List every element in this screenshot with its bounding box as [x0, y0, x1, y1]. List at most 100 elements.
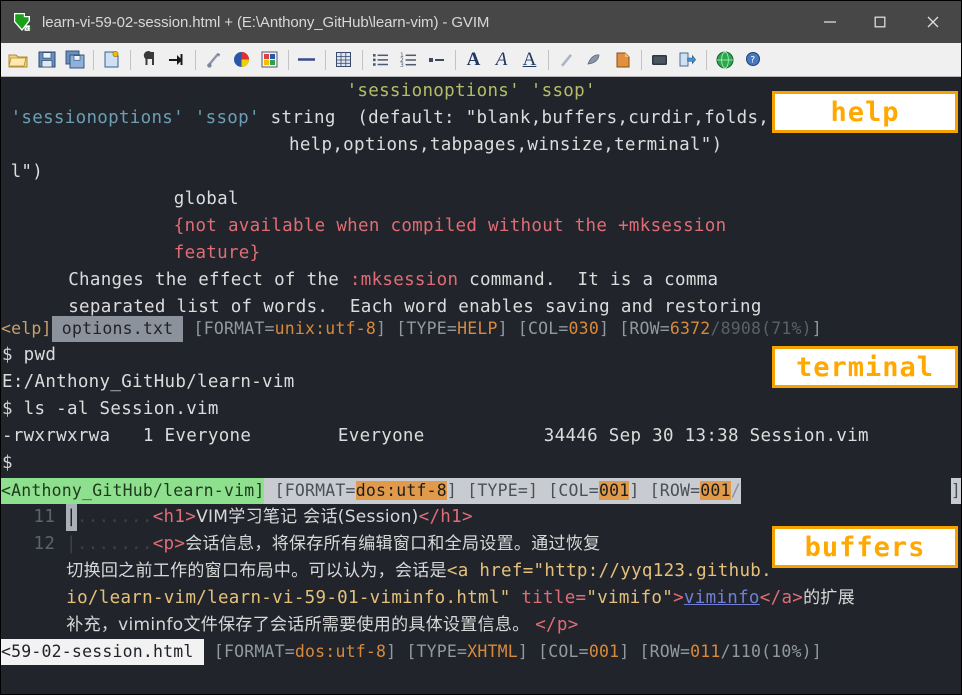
- svg-text:3: 3: [400, 62, 404, 69]
- toolbar-separator: [362, 49, 363, 70]
- help-statusline: <elp] options.txt [FORMAT=unix:utf-8] [T…: [1, 316, 961, 342]
- maximize-button[interactable]: [855, 1, 905, 43]
- italic-icon[interactable]: A: [489, 48, 514, 72]
- toolbar-separator: [548, 49, 549, 70]
- line-number: 12: [1, 534, 67, 554]
- code-span: |: [66, 534, 77, 554]
- next-error-icon[interactable]: [675, 48, 700, 72]
- code-span: [FORMAT=: [264, 481, 356, 500]
- find-icon[interactable]: [294, 48, 319, 72]
- replace-icon[interactable]: [331, 48, 356, 72]
- code-span: [FORMAT=: [203, 642, 295, 661]
- code-span: ] [TYPE=: [446, 481, 528, 500]
- statusline-info: [FORMAT=unix:utf-8] [TYPE=HELP] [COL=030…: [183, 316, 822, 342]
- indent-icon[interactable]: [424, 48, 449, 72]
- code-span: HELP: [457, 319, 498, 338]
- svg-text:?: ?: [750, 55, 755, 65]
- code-span: $: [2, 453, 13, 473]
- code-span: ] [TYPE=: [386, 642, 468, 661]
- help-line: global: [1, 186, 961, 213]
- code-span: XHTML: [467, 642, 518, 661]
- statusline-info: [FORMAT=dos:utf-8] [TYPE=XHTML] [COL=001…: [203, 639, 822, 665]
- annotation-terminal: terminal: [772, 346, 958, 388]
- code-span: 会话信息，将保存所有编辑窗口和全局设置。通过恢复: [185, 534, 601, 554]
- annotation-help: help: [772, 91, 958, 133]
- toolbar-separator: [455, 49, 456, 70]
- code-span: title=: [521, 588, 587, 608]
- list-icon[interactable]: [368, 48, 393, 72]
- code-span: 030: [568, 319, 599, 338]
- toolbar-separator: [130, 49, 131, 70]
- code-span: dos:utf-8: [355, 481, 447, 500]
- code-span: /: [730, 481, 741, 500]
- code-span: feature}: [173, 243, 261, 263]
- save-file-icon[interactable]: [34, 48, 59, 72]
- code-span: -rwxrwxrwa 1 Everyone Everyone 34446 Sep…: [2, 426, 869, 446]
- window-controls: [805, 1, 961, 43]
- vim-logo-icon: vim: [12, 12, 35, 32]
- title-bar-left: vim learn-vi-59-02-session.html + (E:\An…: [1, 12, 805, 32]
- code-span: "vimifo": [586, 588, 674, 608]
- code-span: >: [673, 588, 684, 608]
- code-span: 'sessionoptions': [346, 81, 520, 101]
- copy-icon[interactable]: [229, 48, 254, 72]
- paste-icon[interactable]: [257, 48, 282, 72]
- text-cursor: |: [66, 504, 77, 531]
- numbered-list-icon[interactable]: 1 2 3: [396, 48, 421, 72]
- code-span: ] [ROW=: [629, 481, 701, 500]
- find-help-icon[interactable]: ?: [740, 48, 765, 72]
- code-span: ] [TYPE=: [375, 319, 458, 338]
- underline-icon[interactable]: A: [517, 48, 542, 72]
- close-button[interactable]: [905, 1, 961, 43]
- code-span: 切换回之前工作的窗口布局中。可以认为，会话是: [66, 561, 447, 581]
- code-span: ]: [811, 319, 822, 338]
- run-script-icon[interactable]: [554, 48, 579, 72]
- toolbar-separator: [195, 49, 196, 70]
- bold-icon[interactable]: A: [461, 48, 486, 72]
- undo-icon[interactable]: [136, 48, 161, 72]
- statusline-gap: [740, 478, 951, 504]
- code-span: io/learn-vim/learn-vi-59-01-viminfo.html…: [66, 588, 522, 608]
- window-bottom-edge: [1, 692, 961, 694]
- annotation-buffers: buffers: [772, 526, 958, 568]
- code-span: /110(10%)]: [720, 642, 822, 661]
- open-file-icon[interactable]: [6, 48, 31, 72]
- code-span: .......: [76, 507, 153, 527]
- terminal-line: -rwxrwxrwa 1 Everyone Everyone 34446 Sep…: [1, 423, 961, 450]
- make-icon[interactable]: [582, 48, 607, 72]
- minimize-button[interactable]: [805, 1, 855, 43]
- terminal-line: $: [1, 450, 961, 477]
- print-icon[interactable]: [99, 48, 124, 72]
- code-span: </a>: [759, 588, 804, 608]
- help-line: help,options,tabpages,winsize,terminal"): [1, 132, 961, 159]
- code-span: 补充，viminfo文件保存了会话所需要使用的具体设置信息。: [66, 615, 536, 635]
- code-span: <59-02-session.html: [1, 639, 204, 665]
- underline-glyph: A: [522, 49, 537, 70]
- code-span: ls -al Session.vim: [12, 399, 219, 419]
- code-span: [FORMAT=: [183, 319, 275, 338]
- toolbar-separator: [288, 49, 289, 70]
- code-span: 001: [700, 481, 731, 500]
- help-icon[interactable]: [712, 48, 737, 72]
- cut-icon[interactable]: [201, 48, 226, 72]
- help-line: feature}: [1, 240, 961, 267]
- code-span: E:/Anthony_GitHub/learn-vim: [2, 372, 295, 392]
- code-span: <a href="http://yyq123.github.: [446, 561, 772, 581]
- toolbar-separator: [93, 49, 94, 70]
- code-span: string (default: "blank,buffers,curdir,f…: [259, 108, 770, 128]
- code-span: {not available when compiled without the…: [173, 216, 727, 236]
- code-span: global: [173, 189, 239, 209]
- redo-icon[interactable]: [164, 48, 189, 72]
- gvim-window: vim learn-vi-59-02-session.html + (E:\An…: [0, 0, 962, 695]
- code-span: help,options,tabpages,winsize,terminal"): [289, 135, 723, 155]
- shell-icon[interactable]: [647, 48, 672, 72]
- statusline-filler: [821, 639, 961, 665]
- code-span: </p>: [535, 615, 579, 635]
- code-span: options.txt: [51, 316, 184, 342]
- toolbar-separator: [641, 49, 642, 70]
- build-tags-icon[interactable]: [610, 48, 635, 72]
- code-span: 001: [588, 642, 620, 661]
- code-span: </h1>: [418, 507, 473, 527]
- save-all-icon[interactable]: [62, 48, 87, 72]
- buffer-pane[interactable]: 11 |.......<h1>VIM学习笔记 会话(Session)</h1> …: [1, 504, 961, 639]
